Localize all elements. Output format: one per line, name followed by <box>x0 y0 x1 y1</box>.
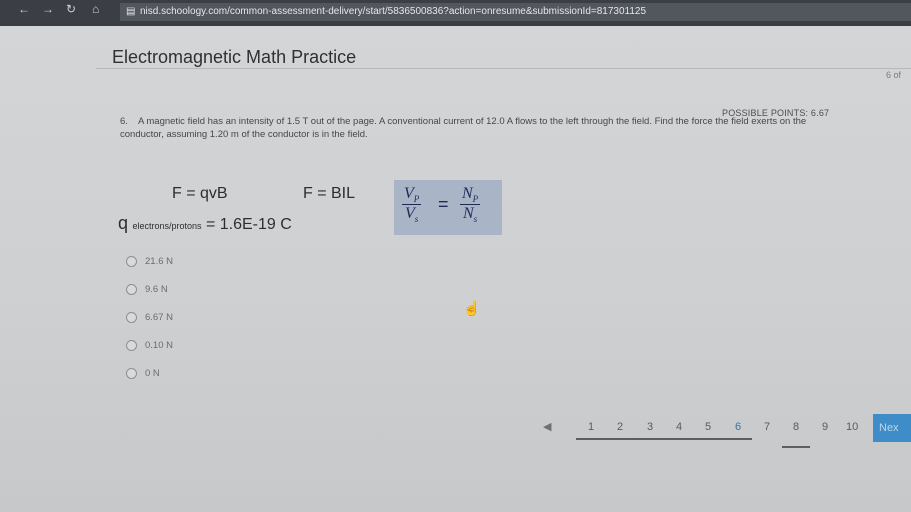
question-text: 6. A magnetic field has an intensity of 1… <box>120 116 850 141</box>
radio-button[interactable] <box>126 340 137 351</box>
page-9-link[interactable]: 9 <box>822 421 828 433</box>
page-title: Electromagnetic Math Practice <box>112 47 357 67</box>
page-8-link[interactable]: 8 <box>793 421 799 433</box>
answer-choice-1[interactable]: 21.6 N <box>126 256 173 267</box>
assessment-page <box>0 26 911 512</box>
address-bar[interactable]: ▤ nisd.schoology.com/common-assessment-d… <box>120 3 911 21</box>
choice-label: 6.67 N <box>145 312 173 323</box>
choice-label: 0 N <box>145 368 160 379</box>
browser-toolbar: ← → ↻ ⌂ ▤ nisd.schoology.com/common-asse… <box>0 0 911 26</box>
primary-turns: NP <box>460 185 481 206</box>
radio-button[interactable] <box>126 256 137 267</box>
page-6-link[interactable]: 6 <box>735 421 741 433</box>
equals-sign: = <box>438 194 449 214</box>
home-icon[interactable]: ⌂ <box>92 2 99 16</box>
transformer-ratio-formula: VP Vs = NP Ns <box>394 180 502 235</box>
site-icon: ▤ <box>126 6 136 17</box>
charge-symbol: q <box>118 213 129 233</box>
answered-pages-indicator-2 <box>782 446 810 448</box>
answer-choice-4[interactable]: 0.10 N <box>126 340 173 351</box>
question-number: 6. <box>120 116 128 127</box>
formula-qvb: F = qvB <box>172 185 228 202</box>
previous-page-button[interactable]: ◀ <box>543 420 551 433</box>
answered-pages-indicator <box>576 438 752 440</box>
page-10-link[interactable]: 10 <box>846 421 858 433</box>
voltage-ratio: VP Vs <box>402 185 422 225</box>
hand-cursor-icon: ☝ <box>463 300 481 316</box>
page-7-link[interactable]: 7 <box>764 421 770 433</box>
reload-icon[interactable]: ↻ <box>66 2 76 16</box>
choice-label: 21.6 N <box>145 256 173 267</box>
page-1-link[interactable]: 1 <box>588 421 594 433</box>
page-2-link[interactable]: 2 <box>617 421 623 433</box>
page-count: 6 of <box>886 70 902 80</box>
header-divider <box>96 68 911 69</box>
radio-button[interactable] <box>126 368 137 379</box>
secondary-voltage: Vs <box>404 205 419 225</box>
answer-choice-2[interactable]: 9.6 N <box>126 284 168 295</box>
forward-icon[interactable]: → <box>42 2 54 16</box>
page-3-link[interactable]: 3 <box>647 421 653 433</box>
formula-bil: F = BIL <box>303 185 356 202</box>
turns-ratio: NP Ns <box>460 185 481 225</box>
radio-button[interactable] <box>126 312 137 323</box>
choice-label: 0.10 N <box>145 340 173 351</box>
url-text: nisd.schoology.com/common-assessment-del… <box>140 6 647 17</box>
back-icon[interactable]: ← <box>18 2 30 16</box>
question-body: A magnetic field has an intensity of 1.5… <box>120 116 807 140</box>
radio-button[interactable] <box>126 284 137 295</box>
charge-subscript: electrons/protons <box>132 221 202 231</box>
charge-value: = 1.6E-19 C <box>205 216 292 233</box>
answer-choice-3[interactable]: 6.67 N <box>126 312 173 323</box>
page-4-link[interactable]: 4 <box>676 421 682 433</box>
secondary-turns: Ns <box>462 205 478 225</box>
page-5-link[interactable]: 5 <box>705 421 711 433</box>
answer-choice-5[interactable]: 0 N <box>126 368 160 379</box>
choice-label: 9.6 N <box>145 284 168 295</box>
primary-voltage: VP <box>402 185 422 206</box>
charge-constant: q electrons/protons = 1.6E-19 C <box>118 213 292 234</box>
next-button[interactable]: Nex <box>873 414 911 442</box>
